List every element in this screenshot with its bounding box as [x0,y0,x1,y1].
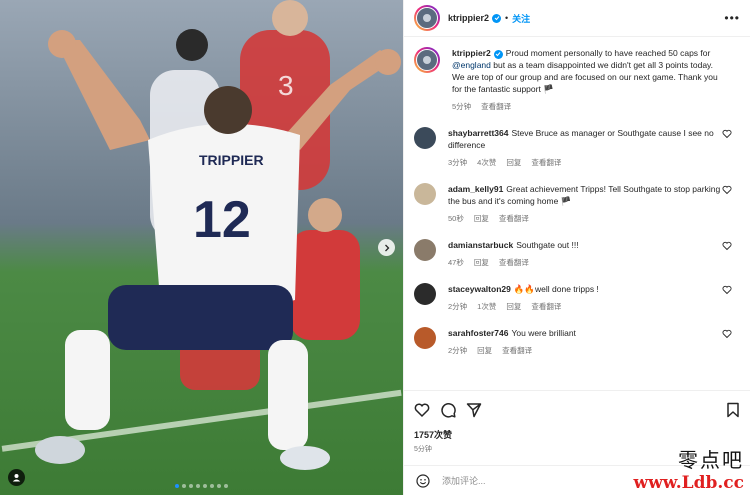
comment-item: adam_kelly91 Great achievement Tripps! Te… [414,183,740,225]
crest-icon [423,56,431,64]
commenter-username[interactable]: shaybarrett364 [448,128,508,138]
celebration-image: 3 TRIPPIER 12 [0,0,403,495]
comment-bubble-icon[interactable] [440,402,456,418]
comment-item: sarahfoster746 You were brilliant 2分钟 回复 … [414,327,740,357]
commenter-avatar[interactable] [414,127,436,149]
commenter-username[interactable]: damianstarbuck [448,240,513,250]
reply-link[interactable]: 回复 [474,213,489,225]
heart-icon[interactable] [722,129,732,139]
post-header: ktrippier2 • 关注 ••• [404,0,750,37]
see-translation-link[interactable]: 查看翻译 [481,101,511,113]
comment-time: 2分钟 [448,302,468,311]
reply-link[interactable]: 回复 [477,345,492,357]
heart-icon[interactable] [722,185,732,195]
carousel-dot [182,484,186,488]
next-slide-button[interactable] [378,239,395,256]
crest-icon [423,14,431,22]
bookmark-icon[interactable] [726,402,740,418]
comment-text: 🔥🔥well done tripps ! [513,284,599,294]
comments-list: ktrippier2 Proud moment personally to hav… [404,37,750,390]
carousel-dots [0,484,403,488]
comment-item: shaybarrett364 Steve Bruce as manager or … [414,127,740,169]
comment-time: 2分钟 [448,346,468,355]
caption-username[interactable]: ktrippier2 [452,48,491,58]
share-send-icon[interactable] [466,402,482,418]
carousel-dot [203,484,207,488]
carousel-dot [210,484,214,488]
commenter-avatar[interactable] [414,327,436,349]
caption-avatar[interactable] [414,47,440,73]
commenter-avatar[interactable] [414,283,436,305]
see-translation-link[interactable]: 查看翻译 [499,213,529,225]
watermark: 零点吧 www.Ldb.cc [634,444,744,493]
comment-time: 3分钟 [448,158,468,167]
chevron-right-icon [384,244,389,251]
comment-item: staceywalton29 🔥🔥well done tripps ! 2分钟 1… [414,283,740,313]
follow-button[interactable]: 关注 [512,12,530,25]
see-translation-link[interactable]: 查看翻译 [502,345,532,357]
heart-icon[interactable] [722,285,732,295]
author-avatar[interactable] [414,5,440,31]
verified-badge-icon [492,13,502,23]
reply-link[interactable]: 回复 [474,257,489,269]
comment-text: Southgate out !!! [516,240,579,250]
caption-text: Proud moment personally to have reached … [505,48,711,58]
jersey-number: 12 [193,191,251,249]
commenter-username[interactable]: staceywalton29 [448,284,511,294]
caption-time: 5分钟 [452,102,472,111]
post-details-pane: ktrippier2 • 关注 ••• ktrippier2 Proud mome… [403,0,750,495]
commenter-username[interactable]: sarahfoster746 [448,328,508,338]
see-translation-link[interactable]: 查看翻译 [499,257,529,269]
separator: • [505,13,509,23]
svg-text:3: 3 [278,70,294,101]
watermark-url: www.Ldb.cc [633,473,744,493]
watermark-text: 零点吧 [678,448,744,472]
comment-time: 47秒 [448,258,464,267]
see-translation-link[interactable]: 查看翻译 [531,301,561,313]
see-translation-link[interactable]: 查看翻译 [531,157,561,169]
add-comment-input[interactable]: 添加评论... [442,474,486,487]
commenter-avatar[interactable] [414,239,436,261]
carousel-dot [189,484,193,488]
heart-icon[interactable] [722,329,732,339]
person-icon [12,474,21,482]
carousel-dot [217,484,221,488]
heart-icon[interactable] [722,241,732,251]
jersey-name: TRIPPIER [199,152,264,168]
comment-text: You were brilliant [511,328,576,338]
reply-link[interactable]: 回复 [506,157,521,169]
commenter-avatar[interactable] [414,183,436,205]
author-username[interactable]: ktrippier2 [448,13,489,23]
post-caption: ktrippier2 Proud moment personally to hav… [414,47,740,113]
reply-link[interactable]: 回复 [506,301,521,313]
verified-badge-icon [493,49,503,59]
comment-likes[interactable]: 4次赞 [477,157,496,169]
comment-item: damianstarbuck Southgate out !!! 47秒 回复 查… [414,239,740,269]
more-options-icon[interactable]: ••• [724,11,740,25]
likes-count[interactable]: 1757次赞 [414,428,740,441]
like-heart-icon[interactable] [414,402,430,418]
carousel-dot [224,484,228,488]
carousel-dot [196,484,200,488]
post-photo: 3 TRIPPIER 12 [0,0,403,495]
caption-text-continued: but as a team disappointed we didn't get… [452,60,718,94]
comment-time: 50秒 [448,214,464,223]
mention-link[interactable]: @england [452,60,491,70]
comment-likes[interactable]: 1次赞 [477,301,496,313]
commenter-username[interactable]: adam_kelly91 [448,184,503,194]
carousel-dot [175,484,179,488]
emoji-icon[interactable] [416,473,430,488]
